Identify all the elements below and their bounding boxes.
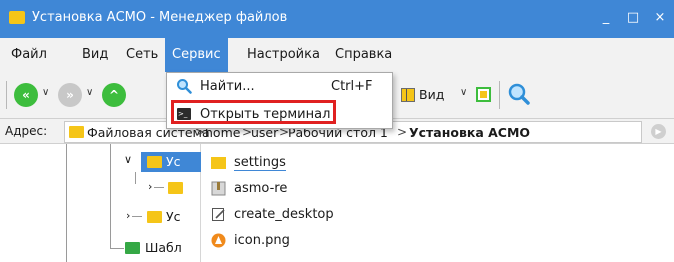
folder-tree: ∨ Ус › › Ус Шабл [0, 144, 201, 262]
script-icon [212, 208, 225, 221]
image-icon [211, 233, 226, 248]
expand-icon[interactable]: › [126, 209, 130, 222]
view-label[interactable]: Вид [419, 87, 444, 102]
toolbar-grip [6, 81, 7, 109]
crumb-current[interactable]: Установка АСМО [409, 125, 530, 140]
window-title: Установка АСМО - Менеджер файлов [32, 10, 288, 25]
folder-icon [211, 157, 226, 169]
tree-line [110, 144, 111, 248]
up-button[interactable]: ^ [102, 83, 126, 107]
back-dropdown-icon[interactable]: ∨ [42, 87, 49, 98]
menu-item-label: Найти... [200, 79, 255, 94]
tree-line [132, 216, 142, 217]
menu-network[interactable]: Сеть [119, 38, 165, 72]
menu-bar: Файл Вид Сеть Сервис Настройка Справка [0, 38, 674, 72]
folder-app-icon [9, 11, 25, 24]
file-name: create_desktop [234, 207, 334, 222]
close-button[interactable]: × [650, 8, 670, 28]
file-name: icon.png [234, 233, 290, 248]
archive-icon [211, 181, 226, 196]
crumb-separator: > [397, 125, 408, 139]
forward-button[interactable]: » [58, 83, 82, 107]
menu-settings[interactable]: Настройка [240, 38, 327, 72]
folder-icon [168, 182, 183, 194]
title-bar: Установка АСМО - Менеджер файлов _ □ × [0, 0, 674, 38]
forward-dropdown-icon[interactable]: ∨ [86, 87, 93, 98]
menu-view[interactable]: Вид [75, 38, 115, 72]
search-icon[interactable] [507, 82, 531, 106]
menu-file[interactable]: Файл [4, 38, 54, 72]
file-name: asmo-re [234, 181, 288, 196]
file-list: settings asmo-re create_desktop icon.png [202, 144, 674, 262]
folder-icon [69, 126, 84, 138]
menu-item-find[interactable]: Найти... Ctrl+F [168, 74, 391, 99]
tree-item-label[interactable]: Ус [166, 209, 181, 224]
menu-item-shortcut: Ctrl+F [331, 79, 373, 94]
menu-help[interactable]: Справка [328, 38, 399, 72]
templates-folder-icon [125, 242, 140, 254]
new-tab-icon[interactable] [476, 87, 491, 102]
tree-item-label[interactable]: Ус [166, 154, 181, 169]
tree-line [66, 144, 67, 262]
file-row[interactable]: settings [202, 150, 674, 176]
minimize-button[interactable]: _ [596, 8, 616, 28]
search-icon [177, 79, 192, 94]
view-mode-icon[interactable] [401, 88, 415, 102]
tree-line [154, 187, 164, 188]
go-icon[interactable]: ▶ [651, 124, 666, 139]
address-label: Адрес: [5, 124, 48, 138]
maximize-button[interactable]: □ [623, 8, 643, 28]
file-row[interactable]: icon.png [202, 228, 674, 254]
collapse-icon[interactable]: ∨ [124, 153, 132, 166]
expand-icon[interactable]: › [148, 180, 152, 193]
toolbar-separator [499, 81, 500, 109]
highlight-box [171, 100, 336, 124]
file-row[interactable]: asmo-re [202, 176, 674, 202]
tree-line [135, 172, 136, 184]
folder-icon [147, 156, 162, 168]
file-row[interactable]: create_desktop [202, 202, 674, 228]
tree-item-label[interactable]: Шабл [145, 240, 182, 255]
file-name: settings [234, 155, 286, 171]
view-dropdown-icon[interactable]: ∨ [460, 87, 467, 98]
folder-icon [147, 211, 162, 223]
menu-service[interactable]: Сервис [165, 38, 228, 72]
back-button[interactable]: « [14, 83, 38, 107]
tree-line [110, 248, 124, 249]
